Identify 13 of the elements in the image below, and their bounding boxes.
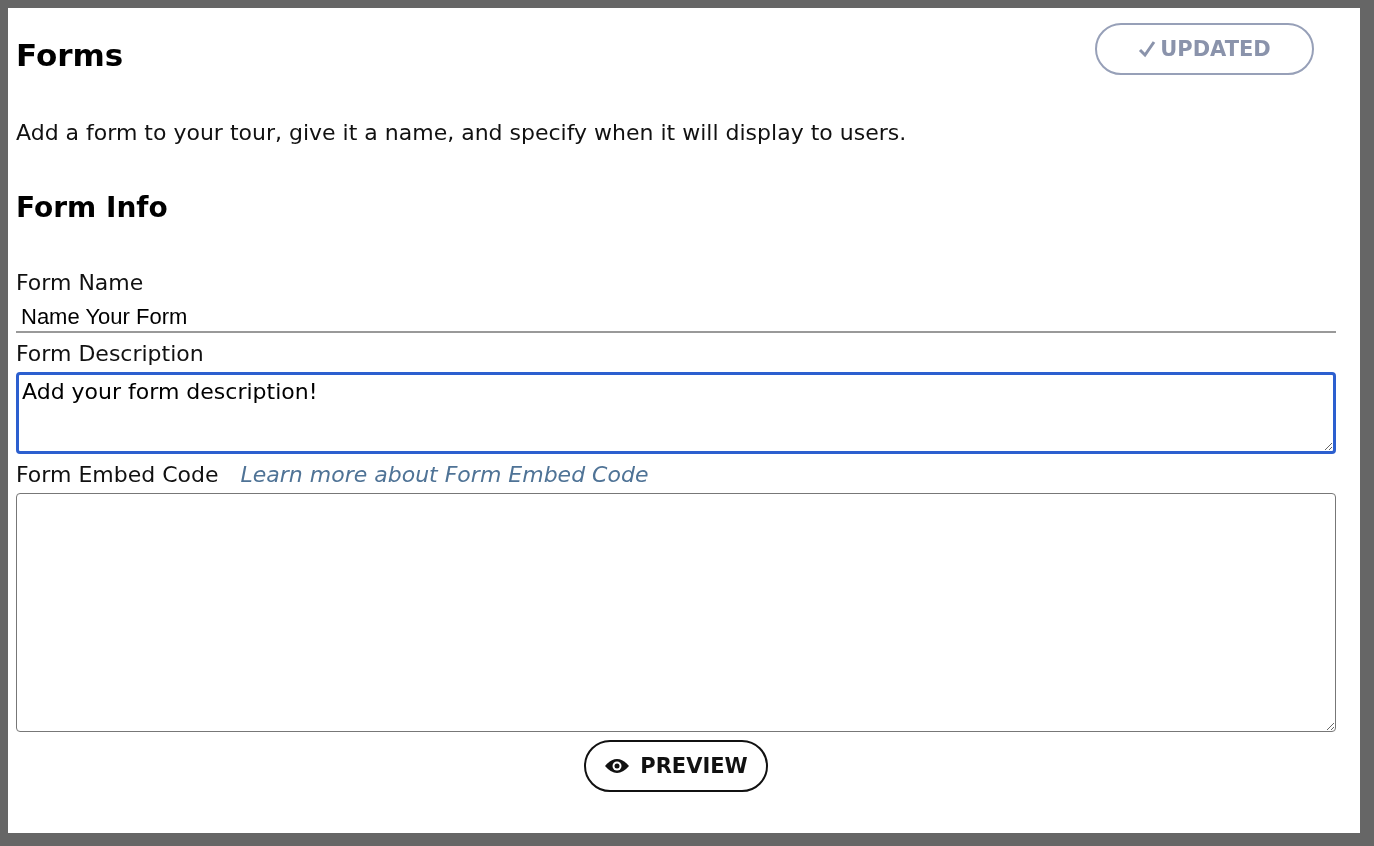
- field-label: Form Embed Code: [16, 462, 219, 488]
- section-title: Form Info: [16, 191, 169, 225]
- check-icon: [1138, 40, 1157, 58]
- field-label: Form Description: [16, 341, 204, 367]
- preview-button[interactable]: PREVIEW: [584, 740, 768, 793]
- page-title: Forms: [16, 36, 124, 73]
- intro-text: Add a form to your tour, give it a name, and specify when it will display to users.: [16, 120, 908, 147]
- field-label: Form Name: [16, 270, 144, 296]
- description-field[interactable]: Add your form description!: [16, 372, 1336, 455]
- embed-code-field[interactable]: [16, 493, 1336, 733]
- learn-more-link[interactable]: Learn more about Form Embed Code: [240, 462, 649, 488]
- eye-icon: [604, 758, 631, 775]
- form-name-field[interactable]: Name Your Form: [16, 299, 1336, 334]
